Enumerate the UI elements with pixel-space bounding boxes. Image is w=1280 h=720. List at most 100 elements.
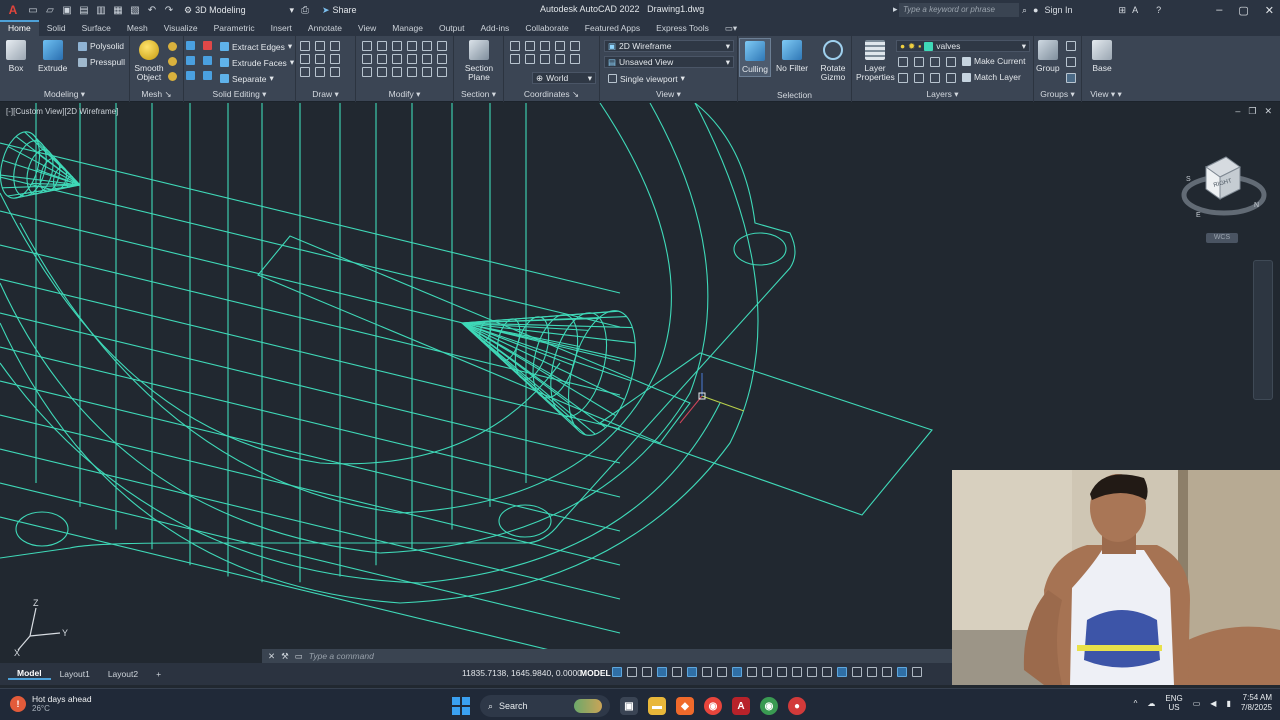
clock[interactable]: 7:54 AM 7/8/2025 [1241, 693, 1272, 713]
culling-button[interactable]: Culling [739, 38, 771, 77]
tab-mesh[interactable]: Mesh [119, 20, 156, 36]
layer-tool-icon[interactable] [914, 57, 924, 67]
edit-icon[interactable] [437, 67, 447, 77]
task-view-icon[interactable]: ▣ [620, 697, 638, 715]
polar-icon[interactable] [672, 667, 682, 677]
arc-icon[interactable] [330, 41, 340, 51]
web-mobile-icon[interactable]: ▥ [94, 3, 108, 17]
base-button[interactable]: Base [1092, 40, 1112, 73]
viewcube[interactable]: RIGHT S E N [1180, 145, 1268, 225]
match-layer-button[interactable]: Match Layer [962, 72, 1021, 82]
copy-icon[interactable] [392, 41, 402, 51]
ucs-icon[interactable] [540, 41, 550, 51]
polyline-icon[interactable] [315, 41, 325, 51]
rotate-icon[interactable] [377, 41, 387, 51]
circle-icon[interactable] [315, 54, 325, 64]
tab-featured-apps[interactable]: Featured Apps [577, 20, 648, 36]
ribbon-display-toggle-icon[interactable]: ▭▾ [717, 20, 745, 36]
isolate-icon[interactable] [852, 667, 862, 677]
tab-output[interactable]: Output [431, 20, 473, 36]
autocad-taskbar-icon[interactable]: A [732, 697, 750, 715]
interfere-icon[interactable] [203, 41, 212, 50]
layer-tool-icon[interactable] [930, 73, 940, 83]
panel-title-modeling[interactable]: Modeling ▾ [0, 89, 129, 100]
panel-title-section[interactable]: Section ▾ [454, 89, 503, 100]
windows-start-icon[interactable] [452, 697, 470, 715]
align-icon[interactable] [362, 67, 372, 77]
box-button[interactable]: Box [6, 40, 26, 73]
viewport-config-button[interactable]: Single viewport ▾ [608, 73, 685, 84]
group-edit-icon[interactable] [1066, 57, 1076, 67]
fillet-icon[interactable] [422, 41, 432, 51]
model-space-toggle[interactable]: MODEL [580, 668, 611, 678]
minimize-icon[interactable]: – [1235, 106, 1240, 117]
taskbar-search[interactable]: ⌕ Search [480, 695, 610, 717]
tab-layout2[interactable]: Layout2 [99, 669, 147, 679]
chrome-profile-icon[interactable]: ◉ [760, 697, 778, 715]
ortho-icon[interactable] [657, 667, 667, 677]
restore-icon[interactable]: ❐ [1248, 106, 1256, 117]
close-icon[interactable]: ✕ [1264, 106, 1272, 117]
lineweight-icon[interactable] [732, 667, 742, 677]
subtract-icon[interactable] [186, 56, 195, 65]
smooth-object-button[interactable]: Smooth Object [132, 40, 166, 82]
ungroup-icon[interactable] [1066, 41, 1076, 51]
ucs-icon[interactable] [510, 54, 520, 64]
panel-title-view[interactable]: View ▾ [600, 89, 737, 100]
osnap-icon[interactable] [717, 667, 727, 677]
erase-icon[interactable] [437, 54, 447, 64]
mesh-tool-icon[interactable] [168, 57, 177, 66]
tab-annotate[interactable]: Annotate [300, 20, 350, 36]
ucs-select[interactable]: ⊕ World ▾ [532, 72, 596, 84]
scale-icon[interactable] [822, 667, 832, 677]
undo-icon[interactable]: ↶ [145, 3, 159, 17]
recorder-icon[interactable]: ● [788, 697, 806, 715]
presspull-button[interactable]: Presspull [78, 57, 125, 67]
extrude-button[interactable]: Extrude [38, 40, 67, 73]
workspace-select[interactable]: ⚙ 3D Modeling ▾ [180, 3, 298, 17]
section-plane-button[interactable]: Section Plane [462, 40, 496, 82]
clean-screen-icon[interactable] [882, 667, 892, 677]
slice-icon[interactable] [203, 56, 212, 65]
mesh-tool-icon[interactable] [168, 72, 177, 81]
join-icon[interactable] [377, 67, 387, 77]
spline-icon[interactable] [300, 54, 310, 64]
intersect-icon[interactable] [186, 71, 195, 80]
named-view-select[interactable]: ▤ Unsaved View ▾ [604, 56, 734, 68]
selection-cycling-icon[interactable] [762, 667, 772, 677]
mesh-tool-icon[interactable] [168, 42, 177, 51]
tab-solid[interactable]: Solid [39, 20, 74, 36]
group-select-icon[interactable] [1066, 73, 1076, 83]
minimize-icon[interactable]: – [1216, 4, 1222, 16]
trim-icon[interactable] [407, 54, 417, 64]
panel-title-mesh[interactable]: Mesh ↘ [130, 89, 183, 100]
tab-home[interactable]: Home [0, 20, 39, 36]
close-icon[interactable]: ✕ [1265, 4, 1274, 17]
isodraft-icon[interactable] [687, 667, 697, 677]
layer-tool-icon[interactable] [946, 57, 956, 67]
navigation-bar[interactable] [1253, 260, 1273, 400]
panel-title-draw[interactable]: Draw ▾ [296, 89, 355, 100]
layer-tool-icon[interactable] [914, 73, 924, 83]
ucs-icon[interactable] [525, 54, 535, 64]
lengthen-icon[interactable] [422, 67, 432, 77]
save-as-icon[interactable]: ▤ [77, 3, 91, 17]
ucs-icon[interactable] [555, 54, 565, 64]
monitor-icon[interactable]: ▭ [1193, 699, 1201, 708]
search-icon[interactable]: ⌕ [1022, 5, 1027, 16]
weather-widget[interactable]: ! Hot days ahead 26°C [10, 694, 92, 714]
explode-icon[interactable] [437, 41, 447, 51]
workspace-icon[interactable] [837, 667, 847, 677]
hatch-icon[interactable] [330, 67, 340, 77]
panel-title-layers[interactable]: Layers ▾ [852, 89, 1033, 100]
file-explorer-icon[interactable]: ▬ [648, 697, 666, 715]
ucs-icon[interactable] [570, 54, 580, 64]
layer-tool-icon[interactable] [898, 73, 908, 83]
tab-layout1[interactable]: Layout1 [51, 669, 99, 679]
tab-add-ins[interactable]: Add-ins [472, 20, 517, 36]
extrude-faces-button[interactable]: Extrude Faces ▾ [220, 57, 294, 68]
break-icon[interactable] [392, 67, 402, 77]
move-icon[interactable] [362, 41, 372, 51]
tab-visualize[interactable]: Visualize [156, 20, 206, 36]
offset-icon[interactable] [422, 54, 432, 64]
